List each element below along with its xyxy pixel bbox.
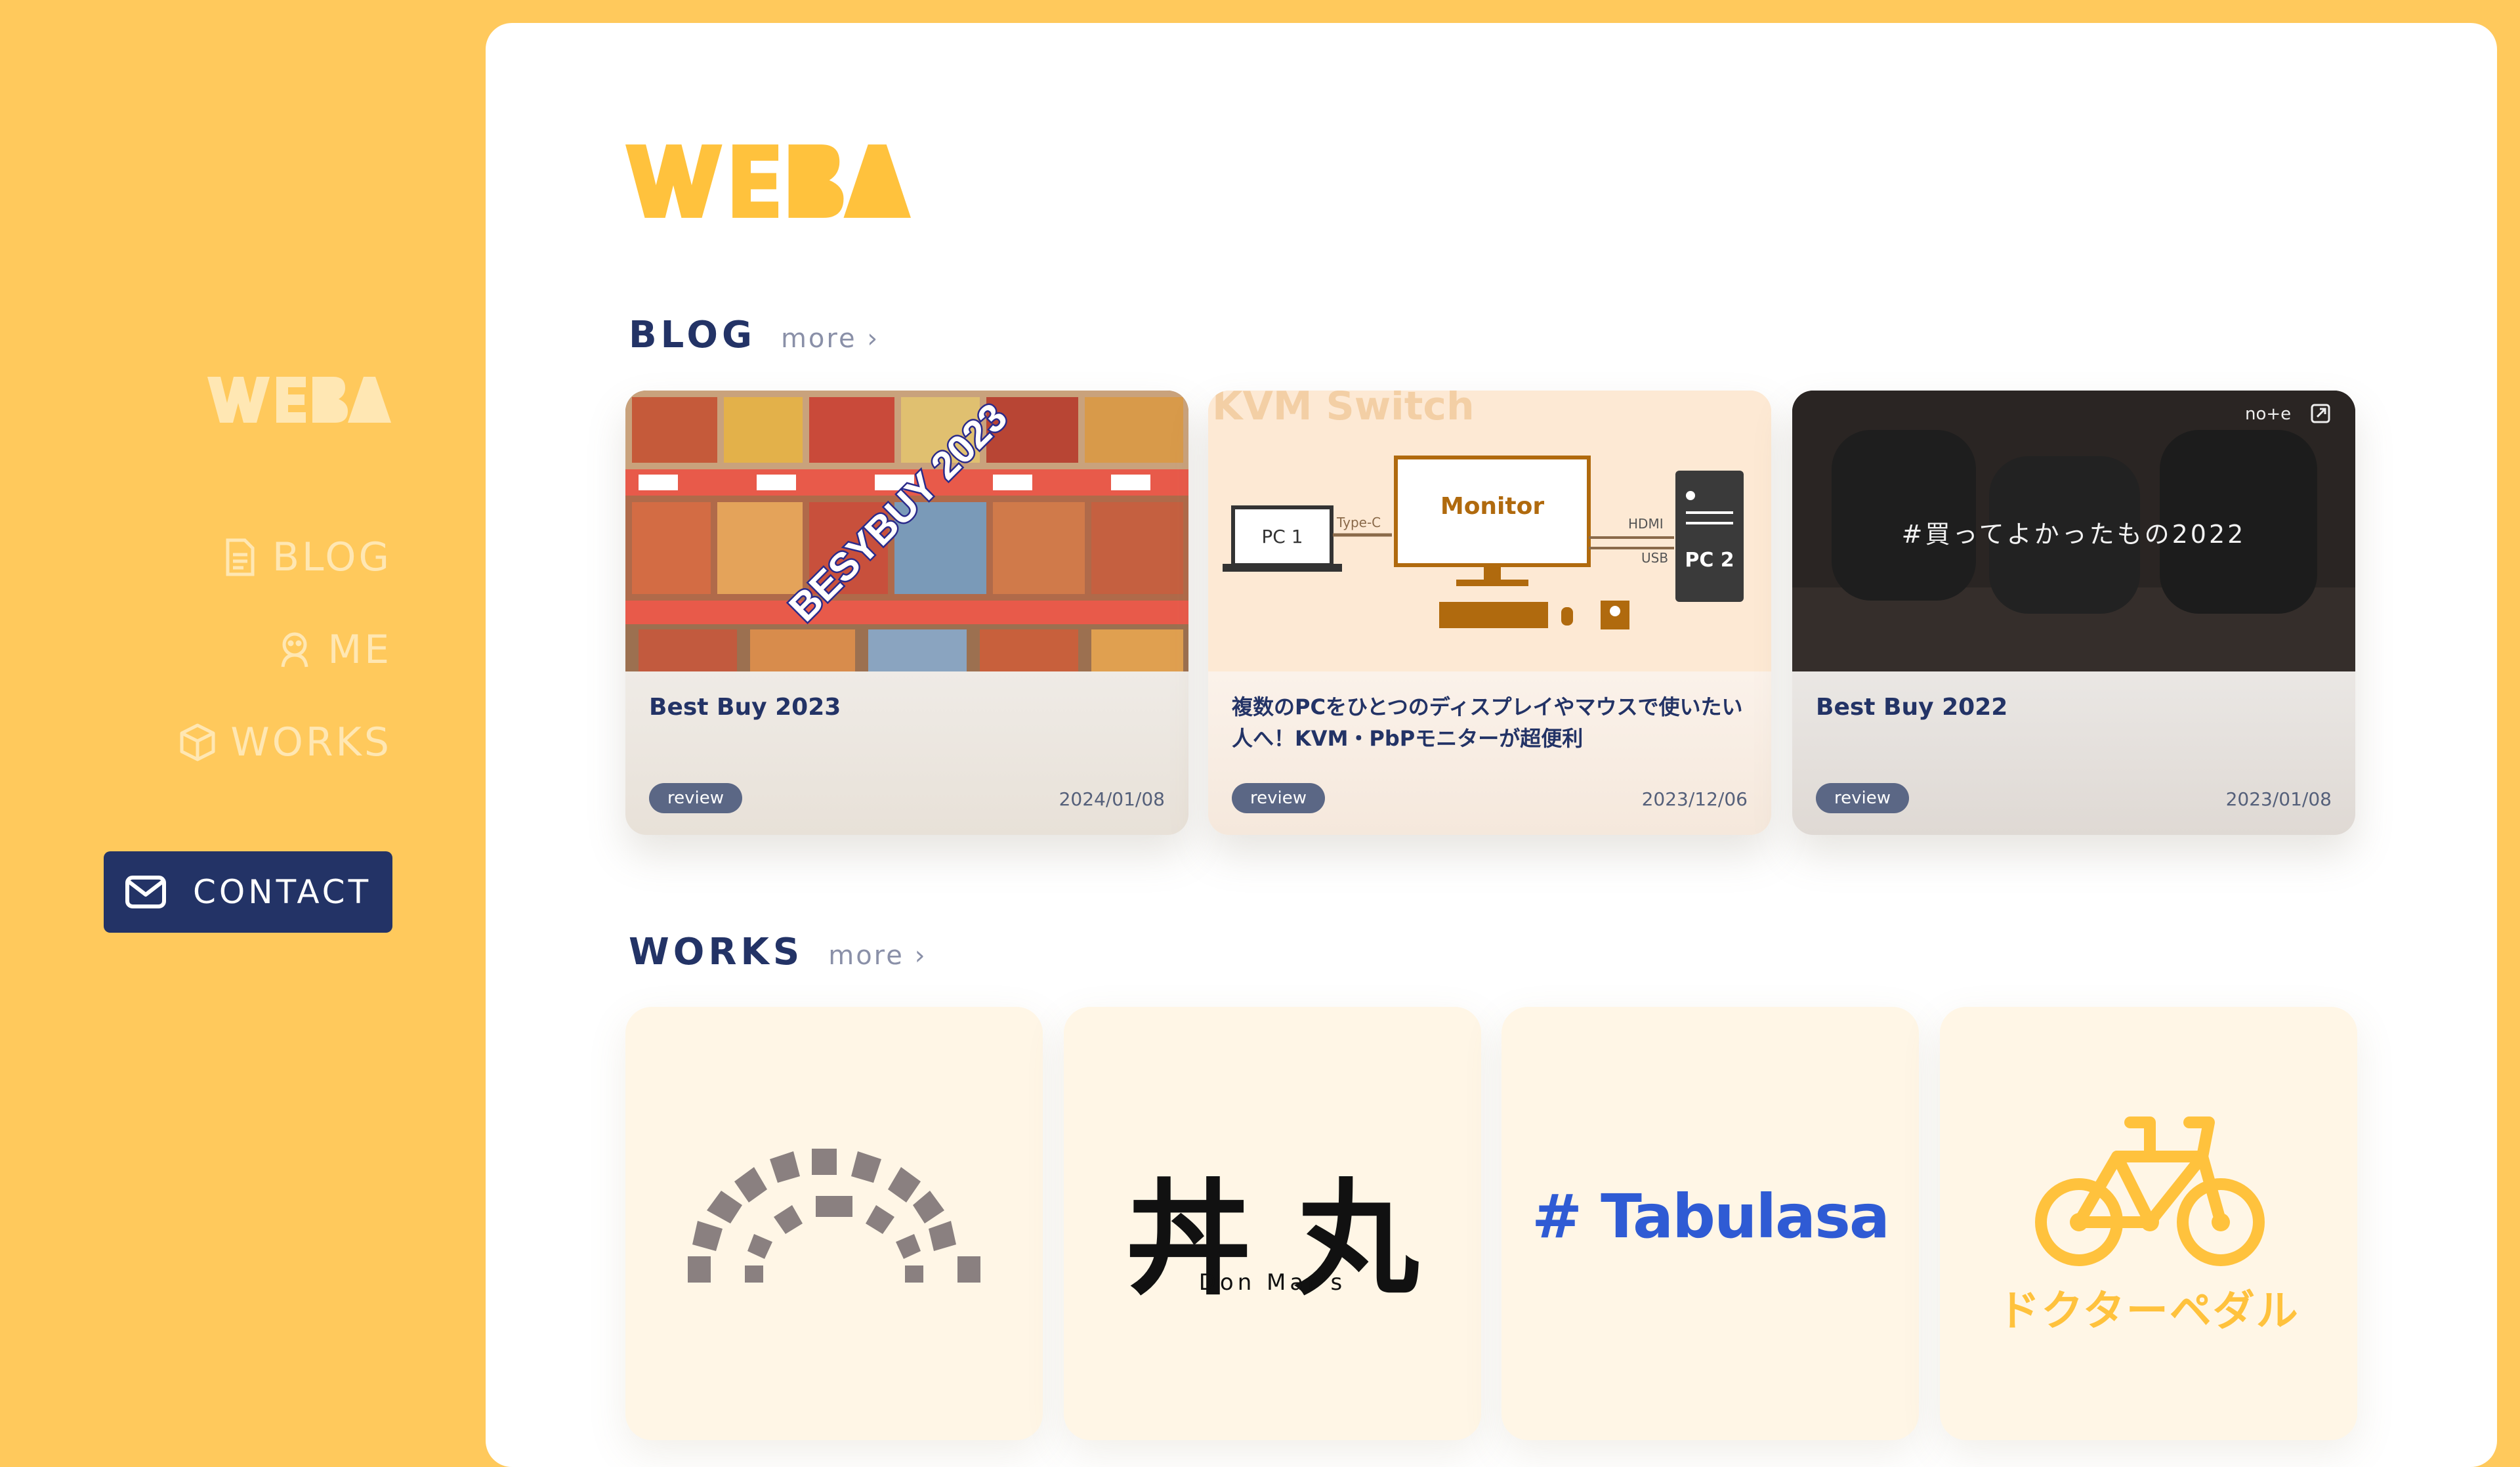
blog-more-link[interactable]: more ›: [781, 324, 879, 354]
store-shelf-image: BESYBUY 2023: [625, 391, 1188, 671]
tabulasa-logo-text: # Tabulasa: [1532, 1181, 1890, 1252]
document-icon: [226, 538, 255, 576]
blog-card-body: Best Buy 2023 review 2024/01/08: [625, 671, 1188, 835]
blog-card[interactable]: BESYBUY 2023 Best Buy 2023 review 2024/0…: [625, 391, 1188, 835]
note-badge: no+e: [2245, 404, 2291, 424]
blog-card-date: 2023/01/08: [2225, 788, 2332, 810]
nav-works-label: WORKS: [230, 719, 392, 765]
blog-card[interactable]: KVM Switch PC 1 Type-C Monitor HDMI USB: [1208, 391, 1771, 835]
blog-section-header: BLOG more ›: [629, 314, 879, 356]
arc-logo-icon: [688, 1149, 980, 1283]
kvm-pc1-label: PC 1: [1261, 526, 1303, 547]
contact-label: CONTACT: [193, 873, 372, 911]
blog-card-date: 2023/12/06: [1641, 788, 1748, 810]
kvm-pc2-label: PC 2: [1685, 549, 1734, 572]
blog-card-date: 2024/01/08: [1059, 788, 1165, 810]
blog-card-title: Best Buy 2022: [1816, 694, 2008, 721]
blog-card-thumbnail: KVM Switch PC 1 Type-C Monitor HDMI USB: [1208, 391, 1771, 671]
nav-blog-label: BLOG: [272, 534, 392, 580]
work-card-donmars[interactable]: 丼 丸 Don Mar's: [1064, 1007, 1481, 1440]
doctor-pedal-logo-text: ドクターペダル: [1998, 1287, 2300, 1336]
blog-card-tag[interactable]: review: [1816, 783, 1909, 813]
person-icon: [281, 632, 308, 668]
work-card-arc[interactable]: [625, 1007, 1043, 1440]
blog-card-tag[interactable]: review: [1232, 783, 1325, 813]
blog-section-title: BLOG: [629, 314, 756, 356]
nav-works[interactable]: WORKS: [178, 719, 392, 765]
blog-card-title: Best Buy 2023: [649, 694, 841, 721]
box-icon: [180, 723, 215, 761]
kvm-typec-label: Type-C: [1336, 515, 1381, 530]
works-section-title: WORKS: [629, 931, 804, 973]
main-logo[interactable]: [625, 144, 911, 218]
nav-blog[interactable]: BLOG: [178, 534, 392, 580]
dumbbell-photo-image: #買ってよかったもの2022 no+e: [1792, 391, 2355, 671]
work-card-doctor-pedal[interactable]: ドクターペダル: [1940, 1007, 2357, 1440]
blog-card-body: 複数のPCをひとつのディスプレイやマウスで使いたい人へ！KVM・PbPモニターが…: [1208, 671, 1771, 835]
contact-button[interactable]: CONTACT: [104, 851, 392, 933]
kvm-usb-label: USB: [1641, 550, 1668, 566]
works-section-header: WORKS more ›: [629, 931, 927, 973]
work-card-tabulasa[interactable]: # Tabulasa: [1502, 1007, 1919, 1440]
blog-card-thumbnail: #買ってよかったもの2022 no+e: [1792, 391, 2355, 671]
kvm-hdmi-label: HDMI: [1628, 516, 1664, 532]
bicycle-icon: [2035, 1116, 2265, 1266]
blog-card-thumb-text: #買ってよかったもの2022: [1902, 520, 2246, 549]
works-more-link[interactable]: more ›: [828, 941, 927, 971]
blog-card-thumbnail: BESYBUY 2023: [625, 391, 1188, 671]
kvm-diagram-image: KVM Switch PC 1 Type-C Monitor HDMI USB: [1208, 391, 1771, 671]
kvm-monitor-label: Monitor: [1440, 493, 1544, 520]
sidebar-logo[interactable]: [207, 377, 391, 423]
donmars-logo-sub: Don Mar's: [1198, 1269, 1347, 1296]
kvm-thumb-title: KVM Switch: [1212, 391, 1475, 429]
mail-icon: [125, 876, 166, 908]
blog-card-tag[interactable]: review: [649, 783, 742, 813]
sidebar-nav: BLOG ME WORKS: [178, 534, 392, 812]
blog-card[interactable]: #買ってよかったもの2022 no+e Best Buy 2022 review…: [1792, 391, 2355, 835]
nav-me-label: ME: [327, 627, 392, 673]
blog-card-title: 複数のPCをひとつのディスプレイやマウスで使いたい人へ！KVM・PbPモニターが…: [1232, 694, 1743, 751]
blog-card-body: Best Buy 2022 review 2023/01/08: [1792, 671, 2355, 835]
nav-me[interactable]: ME: [178, 627, 392, 673]
